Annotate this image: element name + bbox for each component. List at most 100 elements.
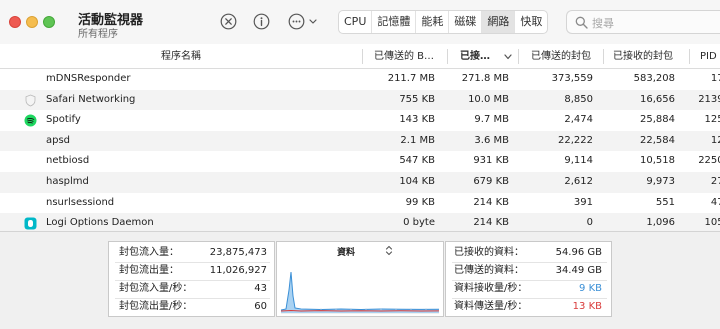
- cell-pid: 1059: [704, 217, 720, 229]
- cell-sent-bytes: 0 byte: [403, 217, 435, 229]
- data-received-label: 已接收的資料：: [454, 247, 524, 258]
- cell-sent-packets: 0: [586, 217, 593, 229]
- cell-recv-packets: 16,656: [640, 93, 675, 105]
- column-divider: [447, 49, 448, 64]
- packets-in-label: 封包流入量：: [119, 247, 179, 258]
- data-sent-rate-value: 13 KB: [572, 301, 602, 312]
- graph-title: 資料: [337, 248, 356, 258]
- packets-in-value: 23,875,473: [209, 247, 267, 258]
- data-received-rate-label: 資料接收量/秒：: [454, 283, 528, 294]
- column-received-packets[interactable]: 已接收的封包: [613, 44, 685, 69]
- column-divider: [362, 49, 363, 64]
- cell-recv-bytes: 214 KB: [473, 196, 509, 208]
- table-row[interactable]: mDNSResponder 211.7 MB 271.8 MB 373,559 583,…: [0, 69, 720, 90]
- view-tabs: CPU 記憶體 能耗 磁碟 網路 快取: [338, 10, 549, 34]
- cell-sent-packets: 2,612: [564, 176, 593, 187]
- packets-summary: 封包流入量： 23,875,473 封包流出量： 11,026,927 封包流入…: [108, 241, 275, 317]
- up-down-chevron-icon[interactable]: [385, 245, 393, 256]
- table-header: 程序名稱 已傳送的 B… 已接… 已傳送的封包 已接收的封包 PID: [0, 44, 720, 69]
- cell-sent-bytes: 2.1 MB: [400, 134, 435, 146]
- data-sent-value: 34.49 GB: [555, 265, 602, 276]
- search-field[interactable]: 搜尋: [566, 10, 720, 34]
- column-sent-bytes[interactable]: 已傳送的 B…: [374, 44, 446, 69]
- process-table: mDNSResponder 211.7 MB 271.8 MB 373,559 583,…: [0, 69, 720, 231]
- cell-recv-bytes: 9.7 MB: [474, 114, 509, 126]
- tab-energy[interactable]: 能耗: [416, 11, 450, 33]
- cell-pid: 478: [710, 196, 720, 208]
- column-sent-packets[interactable]: 已傳送的封包: [531, 44, 603, 69]
- summary-panel: 封包流入量： 23,875,473 封包流出量： 11,026,927 封包流入…: [0, 231, 720, 329]
- table-row[interactable]: Logi Options Daemon 0 byte 214 KB 0 1,096 105…: [0, 213, 720, 231]
- packets-in-rate-label: 封包流入量/秒：: [119, 283, 193, 294]
- process-name: Logi Options Daemon: [46, 217, 154, 229]
- cell-sent-packets: 22,222: [558, 134, 593, 146]
- sort-descending-icon: [504, 54, 512, 60]
- cell-pid: 22508: [698, 155, 720, 167]
- packets-out-rate-value: 60: [254, 301, 267, 312]
- tab-cpu[interactable]: CPU: [339, 11, 373, 33]
- cell-recv-packets: 9,973: [646, 176, 675, 187]
- more-actions-icon[interactable]: [288, 13, 320, 30]
- window-subtitle: 所有程序: [78, 29, 118, 40]
- cell-recv-packets: 25,884: [640, 114, 675, 126]
- stop-process-icon[interactable]: [220, 13, 237, 30]
- minimize-window-button[interactable]: [26, 16, 38, 28]
- process-name: netbiosd: [46, 155, 90, 167]
- packets-out-rate-label: 封包流出量/秒：: [119, 301, 193, 312]
- toolbar: 活動監視器 所有程序 CPU 記憶體 能耗 磁碟 網路 快取 搜尋: [0, 0, 720, 44]
- info-icon[interactable]: [253, 13, 270, 30]
- column-received-bytes[interactable]: 已接…: [460, 44, 500, 69]
- tab-memory[interactable]: 記憶體: [372, 11, 417, 33]
- cell-recv-packets: 1,096: [646, 217, 675, 229]
- table-row[interactable]: Safari Networking 755 KB 10.0 MB 8,850 16,65…: [0, 89, 720, 111]
- packets-out-value: 11,026,927: [209, 265, 267, 276]
- data-received-rate-value: 9 KB: [579, 283, 602, 294]
- spotify-icon: [24, 114, 37, 127]
- cell-sent-packets: 391: [573, 196, 593, 208]
- cell-sent-packets: 373,559: [551, 73, 593, 84]
- cell-pid: 177: [710, 73, 720, 84]
- table-row[interactable]: netbiosd 547 KB 931 KB 9,114 10,518 22508: [0, 151, 720, 172]
- table-row[interactable]: apsd 2.1 MB 3.6 MB 22,222 22,584 120: [0, 130, 720, 152]
- cell-sent-bytes: 99 KB: [405, 196, 435, 208]
- cell-recv-bytes: 10.0 MB: [468, 93, 509, 105]
- cell-recv-bytes: 3.6 MB: [474, 134, 509, 146]
- cell-recv-bytes: 679 KB: [473, 176, 509, 187]
- cell-pid: 21394: [698, 93, 720, 105]
- cell-recv-packets: 22,584: [640, 134, 675, 146]
- column-divider: [689, 49, 690, 64]
- cell-recv-packets: 10,518: [640, 155, 675, 167]
- cell-sent-packets: 2,474: [564, 114, 593, 126]
- tab-cache[interactable]: 快取: [515, 11, 547, 33]
- cell-sent-packets: 9,114: [564, 155, 593, 167]
- column-pid[interactable]: PID: [700, 44, 720, 69]
- data-sent-label: 已傳送的資料：: [454, 265, 524, 276]
- logi-icon: [24, 217, 37, 230]
- zoom-window-button[interactable]: [43, 16, 55, 28]
- process-name: apsd: [46, 134, 71, 146]
- cell-sent-bytes: 211.7 MB: [387, 73, 435, 84]
- cell-recv-bytes: 931 KB: [473, 155, 509, 167]
- search-placeholder: 搜尋: [592, 17, 614, 30]
- table-row[interactable]: nsurlsessiond 99 KB 214 KB 391 551 478: [0, 193, 720, 214]
- tab-disk[interactable]: 磁碟: [449, 11, 483, 33]
- process-name: hasplmd: [46, 176, 89, 187]
- cell-recv-bytes: 214 KB: [473, 217, 509, 229]
- table-row[interactable]: Spotify 143 KB 9.7 MB 2,474 25,884 1256: [0, 110, 720, 131]
- shield-icon: [24, 94, 37, 107]
- cell-sent-bytes: 755 KB: [399, 93, 435, 105]
- cell-recv-packets: 551: [655, 196, 675, 208]
- cell-sent-bytes: 547 KB: [399, 155, 435, 167]
- table-row[interactable]: hasplmd 104 KB 679 KB 2,612 9,973 278: [0, 172, 720, 193]
- column-process-name[interactable]: 程序名稱: [0, 44, 362, 69]
- data-summary: 已接收的資料： 54.96 GB 已傳送的資料： 34.49 GB 資料接收量/…: [445, 241, 612, 317]
- cell-pid: 1256: [704, 114, 720, 126]
- cell-sent-packets: 8,850: [564, 93, 593, 105]
- cell-pid: 120: [710, 134, 720, 146]
- process-name: nsurlsessiond: [46, 196, 115, 208]
- process-name: Safari Networking: [46, 93, 136, 105]
- tab-network[interactable]: 網路: [482, 11, 516, 33]
- close-window-button[interactable]: [9, 16, 21, 28]
- cell-recv-bytes: 271.8 MB: [461, 73, 509, 84]
- network-activity-chart: [281, 271, 439, 314]
